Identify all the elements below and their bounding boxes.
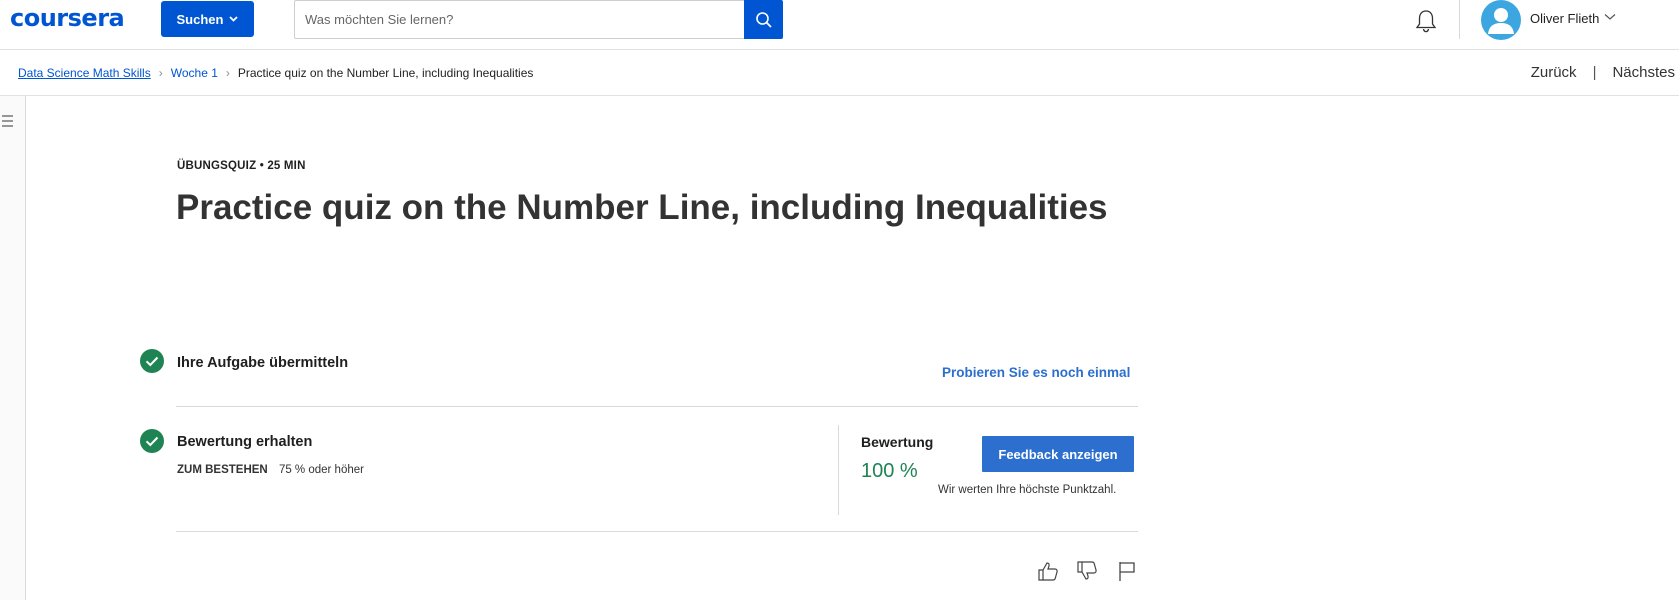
chevron-right-icon: › — [225, 66, 230, 80]
grade-label: Bewertung — [861, 434, 934, 450]
breadcrumb-course[interactable]: Data Science Math Skills — [18, 66, 151, 80]
check-circle-icon — [140, 429, 164, 453]
submit-step-title: Ihre Aufgabe übermitteln — [177, 355, 349, 371]
breadcrumb-week[interactable]: Woche 1 — [171, 66, 218, 80]
flag-icon[interactable] — [1116, 560, 1138, 582]
left-rail — [0, 96, 26, 600]
grade-step-title: Bewertung erhalten — [177, 434, 313, 450]
quiz-eyebrow: ÜBUNGSQUIZ • 25 MIN — [177, 160, 306, 172]
breadcrumb-bar: Data Science Math Skills › Woche 1 › Pra… — [0, 50, 1679, 96]
passing-requirement: ZUM BESTEHEN 75 % oder höher — [177, 464, 364, 476]
previous-button[interactable]: Zurück — [1531, 64, 1577, 81]
chevron-right-icon: › — [158, 66, 163, 80]
divider — [176, 531, 1138, 532]
chevron-down-icon — [229, 16, 239, 22]
vertical-divider — [838, 425, 839, 515]
menu-icon[interactable] — [2, 114, 14, 128]
item-navigation: Zurück | Nächstes — [1531, 64, 1675, 81]
breadcrumb-current: Practice quiz on the Number Line, includ… — [237, 66, 534, 80]
user-icon — [1488, 8, 1514, 34]
highest-score-note: Wir werten Ihre höchste Punktzahl. — [938, 484, 1117, 496]
bell-icon[interactable] — [1413, 8, 1439, 34]
thumbs-down-icon[interactable] — [1076, 560, 1098, 582]
header-divider — [1459, 0, 1460, 39]
user-name[interactable]: Oliver Flieth — [1530, 11, 1599, 26]
nav-divider: | — [1592, 64, 1597, 81]
chevron-down-icon[interactable] — [1604, 13, 1616, 21]
check-circle-icon — [140, 349, 164, 373]
passing-label: ZUM BESTEHEN — [177, 464, 268, 476]
next-button[interactable]: Nächstes — [1612, 64, 1675, 81]
explore-button-label: Suchen — [176, 11, 224, 27]
breadcrumb: Data Science Math Skills › Woche 1 › Pra… — [18, 66, 540, 80]
thumbs-up-icon[interactable] — [1037, 560, 1059, 582]
divider — [176, 406, 1138, 407]
retry-link[interactable]: Probieren Sie es noch einmal — [942, 365, 1130, 380]
search-input[interactable] — [294, 0, 744, 39]
view-feedback-button[interactable]: Feedback anzeigen — [982, 436, 1134, 472]
grade-value: 100 % — [861, 460, 918, 482]
coursera-logo[interactable]: coursera — [10, 2, 125, 34]
search-icon — [755, 11, 772, 28]
avatar[interactable] — [1481, 0, 1521, 40]
top-header: coursera Suchen Oliver Flieth — [0, 0, 1679, 50]
page-title: Practice quiz on the Number Line, includ… — [176, 188, 1108, 227]
passing-value: 75 % oder höher — [278, 464, 364, 476]
explore-button[interactable]: Suchen — [161, 1, 254, 37]
search-button[interactable] — [744, 0, 783, 39]
